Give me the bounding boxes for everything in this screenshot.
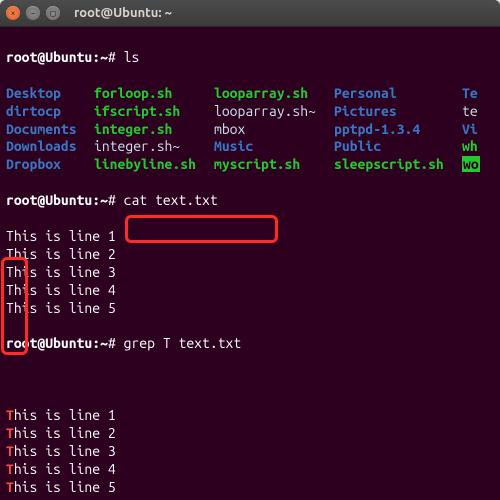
terminal-window: × – ▢ root@Ubuntu: ~ root@Ubuntu:~# ls D… xyxy=(0,0,500,500)
output-line: This is line 2 xyxy=(6,425,494,443)
ls-entry: Music xyxy=(214,138,334,156)
ls-entry: sleepscript.sh xyxy=(334,156,462,174)
output-line: This is line 5 xyxy=(6,479,494,497)
grep-match: T xyxy=(6,443,14,459)
ls-entry: integer.sh xyxy=(94,121,214,139)
output-line: This is line 3 xyxy=(6,264,494,282)
ls-entry: wh xyxy=(462,138,492,156)
ls-entry: Vi xyxy=(462,121,492,139)
output-line: This is line 4 xyxy=(6,282,494,300)
grep-match: T xyxy=(6,479,14,495)
ls-entry: ifscript.sh xyxy=(94,103,214,121)
terminal-body[interactable]: root@Ubuntu:~# ls Desktopforloop.shloopa… xyxy=(0,27,500,500)
titlebar[interactable]: × – ▢ root@Ubuntu: ~ xyxy=(0,0,500,27)
grep-match: T xyxy=(6,407,14,423)
output-line: This is line 4 xyxy=(6,461,494,479)
ls-entry: pptpd-1.3.4 xyxy=(334,121,462,139)
cmd-ls: ls xyxy=(124,49,140,65)
ls-entry: Te xyxy=(462,85,492,103)
prompt-line: root@Ubuntu:~# cat text.txt xyxy=(6,192,494,210)
ls-output: Desktopforloop.shlooparray.shPersonalTe d… xyxy=(6,85,494,175)
cat-output: This is line 1This is line 2This is line… xyxy=(6,228,494,318)
maximize-icon[interactable]: ▢ xyxy=(46,6,60,20)
ls-entry: Pictures xyxy=(334,103,462,121)
prompt-line: root@Ubuntu:~# ls xyxy=(6,49,494,67)
prompt-line: root@Ubuntu:~# grep T text.txt xyxy=(6,335,494,353)
ls-entry: looparray.sh~ xyxy=(214,103,334,121)
ls-entry: linebyline.sh xyxy=(94,156,214,174)
ls-entry: looparray.sh xyxy=(214,85,334,103)
ls-entry: Downloads xyxy=(6,138,94,156)
ls-entry: Documents xyxy=(6,121,94,139)
close-icon[interactable]: × xyxy=(6,6,20,20)
output-line: This is line 3 xyxy=(6,443,494,461)
output-line: This is line 2 xyxy=(6,246,494,264)
output-line: This is line 1 xyxy=(6,407,494,425)
ls-entry: Personal xyxy=(334,85,462,103)
blank-line xyxy=(6,371,494,389)
ls-entry: wo xyxy=(462,156,492,174)
window-title: root@Ubuntu: ~ xyxy=(74,6,172,20)
ls-entry: myscript.sh xyxy=(214,156,334,174)
minimize-icon[interactable]: – xyxy=(26,6,40,20)
grep-output: This is line 1This is line 2This is line… xyxy=(6,407,494,497)
ls-entry: forloop.sh xyxy=(94,85,214,103)
grep-match: T xyxy=(6,425,14,441)
ls-entry: integer.sh~ xyxy=(94,138,214,156)
prompt-user: root@Ubuntu xyxy=(6,49,92,65)
ls-entry: Dropbox xyxy=(6,156,94,174)
output-line: This is line 5 xyxy=(6,300,494,318)
output-line: This is line 1 xyxy=(6,228,494,246)
ls-entry: Desktop xyxy=(6,85,94,103)
ls-entry: Public xyxy=(334,138,462,156)
grep-match: T xyxy=(6,461,14,477)
ls-entry: dirtocp xyxy=(6,103,94,121)
ls-entry: te xyxy=(462,103,492,121)
window-buttons: × – ▢ xyxy=(6,6,60,20)
ls-entry: mbox xyxy=(214,121,334,139)
cmd-grep: grep T text.txt xyxy=(124,335,242,351)
cmd-cat: cat text.txt xyxy=(124,192,218,208)
